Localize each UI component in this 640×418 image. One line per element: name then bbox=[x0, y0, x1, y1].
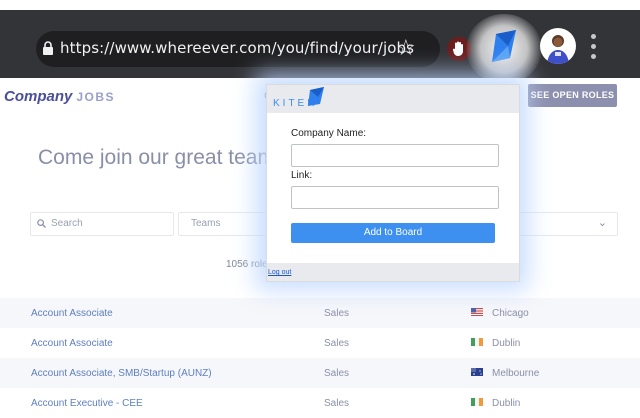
hand-icon bbox=[452, 41, 463, 56]
table-row[interactable]: Account Associate Sales Dublin bbox=[0, 328, 640, 358]
role-count: 1056 role bbox=[226, 259, 268, 270]
job-title-link[interactable]: Account Associate bbox=[31, 338, 113, 349]
search-icon bbox=[37, 219, 46, 228]
job-team: Sales bbox=[324, 368, 350, 379]
add-to-board-button[interactable]: Add to Board bbox=[291, 223, 495, 243]
brand-suffix: JOBS bbox=[76, 90, 116, 104]
company-name-input[interactable] bbox=[291, 144, 499, 167]
browser-menu-icon[interactable] bbox=[590, 34, 598, 62]
link-input[interactable] bbox=[291, 186, 499, 209]
kiter-extension-icon[interactable] bbox=[488, 28, 522, 64]
logout-link[interactable]: Log out bbox=[268, 269, 291, 276]
job-team: Sales bbox=[324, 308, 350, 319]
job-location: Dublin bbox=[492, 398, 521, 409]
lock-icon bbox=[43, 41, 53, 55]
avatar-person-icon bbox=[547, 35, 569, 64]
job-title-link[interactable]: Account Executive - CEE bbox=[31, 398, 143, 409]
job-location: Dublin bbox=[492, 338, 521, 349]
ie-flag-icon bbox=[471, 338, 483, 346]
table-row[interactable]: Account Executive - CEE Sales Dublin bbox=[0, 388, 640, 418]
see-open-roles-button[interactable]: SEE OPEN ROLES bbox=[528, 84, 617, 107]
au-flag-icon bbox=[471, 368, 483, 376]
job-location: Chicago bbox=[492, 308, 529, 319]
kiter-logo-icon bbox=[308, 87, 324, 106]
job-team: Sales bbox=[324, 338, 350, 349]
profile-avatar[interactable] bbox=[540, 28, 576, 64]
teams-filter-label: Teams bbox=[191, 218, 221, 229]
job-team: Sales bbox=[324, 398, 350, 409]
teams-filter[interactable]: Teams bbox=[178, 212, 280, 236]
us-flag-icon bbox=[471, 308, 483, 316]
ie-flag-icon bbox=[471, 398, 483, 406]
company-logo[interactable]: Company JOBS bbox=[4, 88, 115, 105]
job-title-link[interactable]: Account Associate bbox=[31, 308, 113, 319]
brand-name: Company bbox=[4, 88, 73, 105]
url-text[interactable]: https://www.whereever.com/you/find/your/… bbox=[60, 39, 414, 57]
popup-footer: Log out bbox=[267, 263, 519, 281]
page-headline: Come join our great team bbox=[38, 146, 275, 169]
address-bar[interactable]: https://www.whereever.com/you/find/your/… bbox=[36, 31, 440, 67]
search-input[interactable]: Search bbox=[30, 212, 174, 236]
job-location: Melbourne bbox=[492, 368, 540, 379]
popup-form: Company Name: Link: Add to Board bbox=[267, 113, 519, 263]
table-row[interactable]: Account Associate Sales Chicago bbox=[0, 298, 640, 328]
chevron-down-icon: ⌄ bbox=[597, 217, 607, 229]
bookmark-star-icon[interactable]: ☆ bbox=[396, 36, 416, 62]
table-row[interactable]: Account Associate, SMB/Startup (AUNZ) Sa… bbox=[0, 358, 640, 388]
window-top-strip bbox=[0, 0, 640, 10]
job-title-link[interactable]: Account Associate, SMB/Startup (AUNZ) bbox=[31, 368, 212, 379]
kiter-extension-popup: KITER Company Name: Link: Add to Board L… bbox=[266, 84, 520, 282]
popup-header: KITER bbox=[267, 85, 519, 113]
link-label: Link: bbox=[291, 170, 313, 181]
company-name-label: Company Name: bbox=[291, 128, 367, 139]
search-placeholder: Search bbox=[51, 218, 83, 229]
jobs-table: Account Associate Sales Chicago Account … bbox=[0, 298, 640, 418]
